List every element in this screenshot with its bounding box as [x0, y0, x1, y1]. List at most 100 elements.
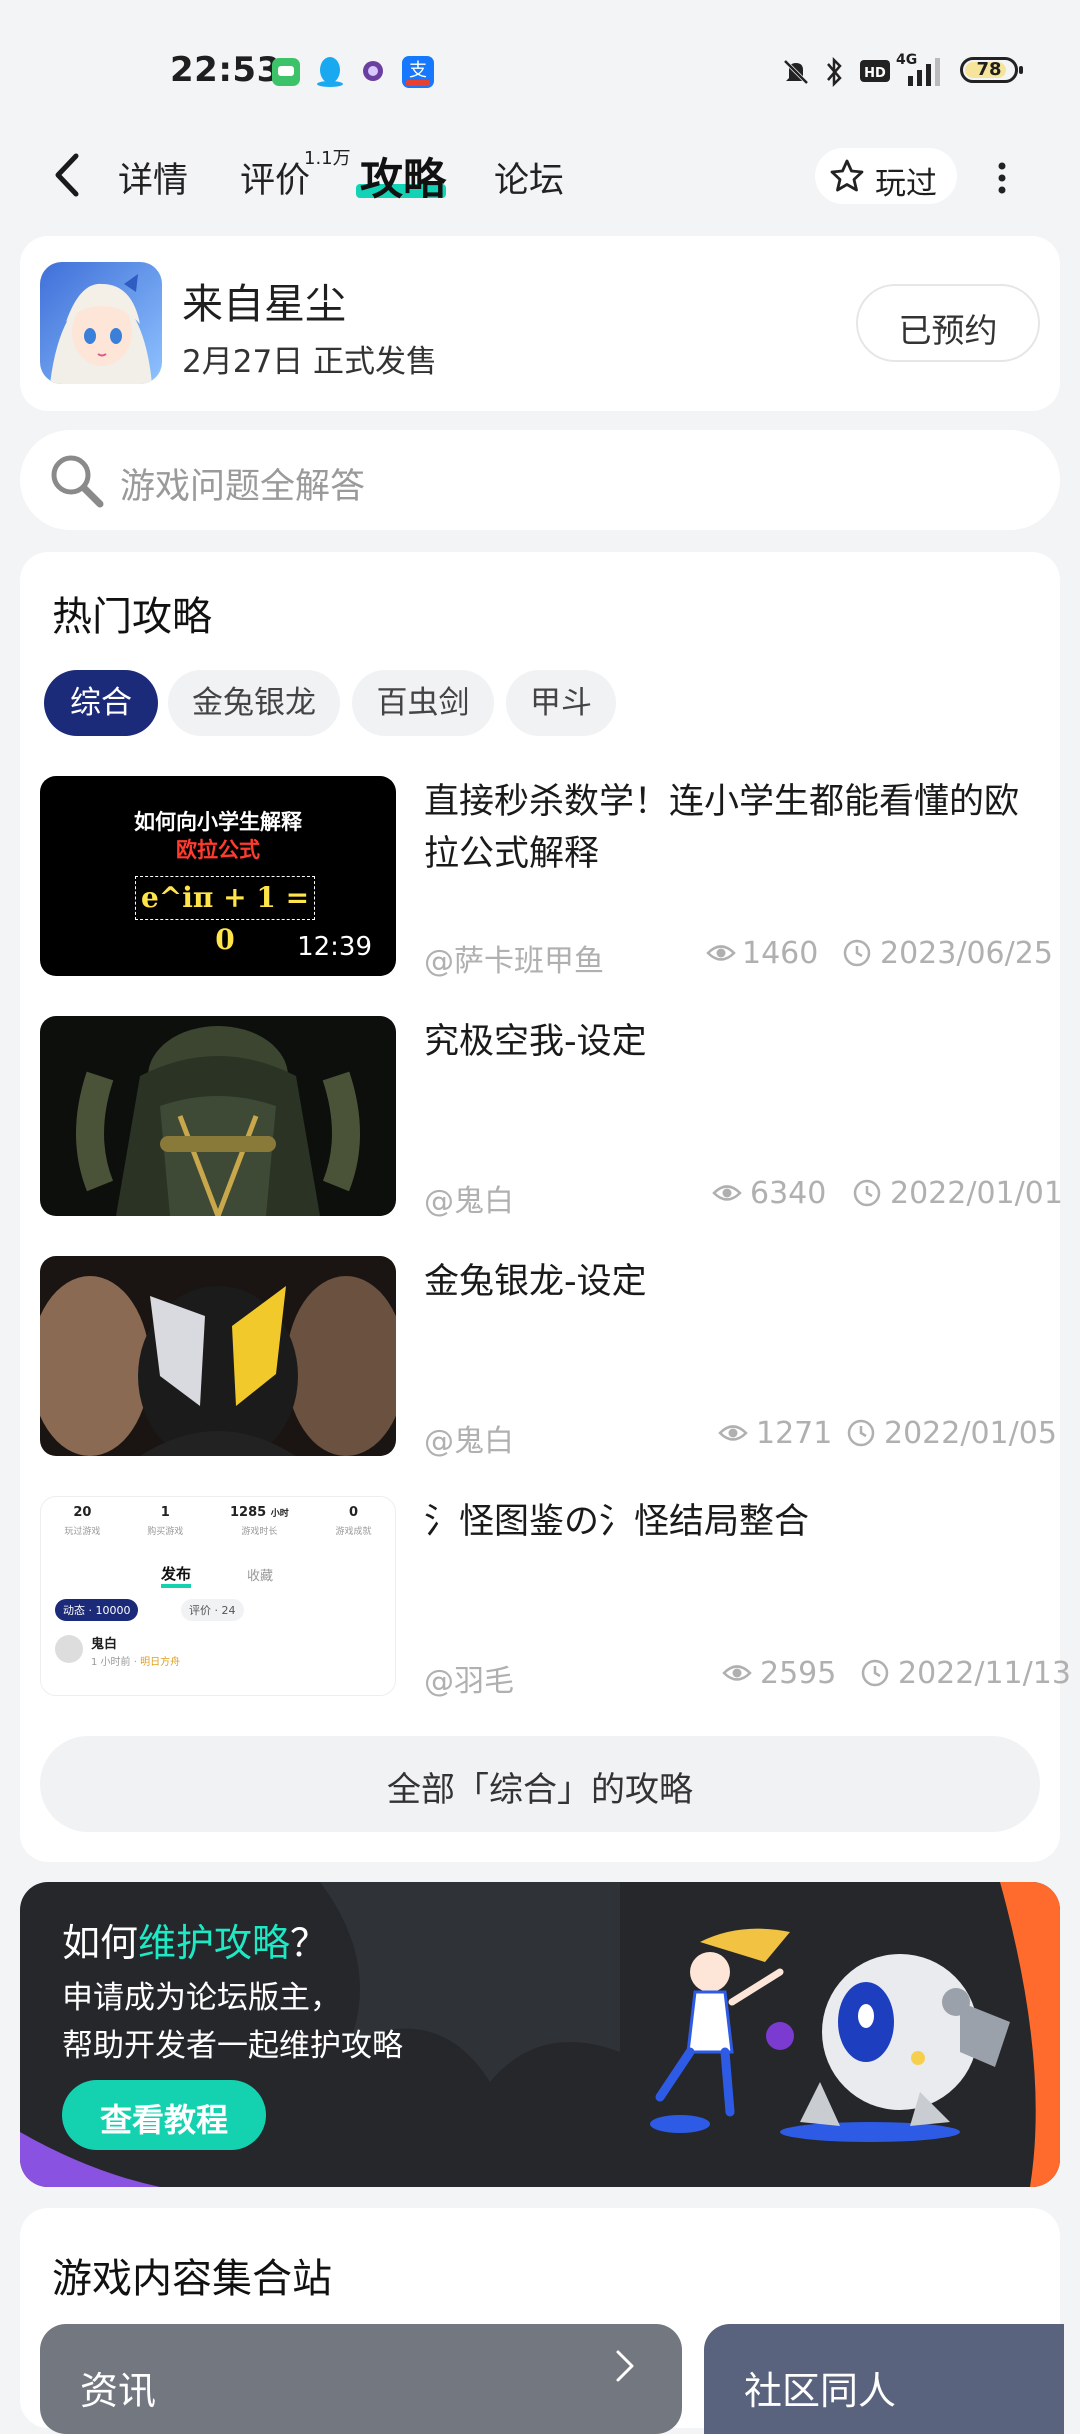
profile-stat-label: 游戏时长	[241, 1527, 278, 1537]
guide-date: 2022/11/13	[898, 1656, 1071, 1691]
guide-thumbnail-kuuga[interactable]	[40, 1016, 396, 1216]
profile-tab-favorites: 收藏	[247, 1569, 274, 1584]
tab-details[interactable]: 详情	[118, 152, 188, 203]
search-bar[interactable]: 游戏问题全解答	[20, 430, 1060, 530]
guide-date: 2023/06/25	[880, 936, 1053, 971]
video-duration: 12:39	[297, 932, 372, 962]
profile-stat-value: 20	[73, 1505, 92, 1520]
news-tile-label: 资讯	[80, 2369, 157, 2413]
profile-tab-post: 发布	[161, 1563, 192, 1588]
profile-badge-posts: 动态 · 10000	[55, 1599, 139, 1621]
battery-level: 78	[976, 59, 1002, 80]
guide-title[interactable]: 究极空我-设定	[424, 1016, 1044, 1068]
back-arrow-icon[interactable]	[48, 150, 88, 200]
tab-reviews[interactable]: 评价	[240, 152, 310, 203]
search-placeholder: 游戏问题全解答	[120, 467, 366, 507]
clock-icon	[847, 1419, 875, 1447]
eye-icon	[722, 1665, 752, 1681]
eye-icon	[712, 1185, 742, 1201]
profile-stat-value: 1285	[230, 1505, 267, 1520]
thumb-formula: e^iπ + 1 = 0	[135, 876, 315, 956]
banner-title-prefix: 如何	[62, 1921, 139, 1965]
filter-chip-hundred-bug-sword[interactable]: 百虫剑	[352, 670, 494, 736]
release-date: 2月27日 正式发售	[182, 344, 438, 380]
reserved-button[interactable]: 已预约	[856, 284, 1040, 362]
svg-text:支: 支	[409, 60, 427, 81]
qq-icon	[317, 57, 343, 87]
banner-title-suffix: ？	[290, 1921, 329, 1965]
profile-stat-unit: 小时	[270, 1509, 289, 1519]
guide-author[interactable]: @鬼白	[424, 1416, 514, 1460]
filter-chip-gold-rabbit[interactable]: 金兔银龙	[168, 670, 340, 736]
guide-thumbnail-euler[interactable]: 如何向小学生解释 欧拉公式 e^iπ + 1 = 0 12:39	[40, 776, 396, 976]
svg-text:HD: HD	[864, 66, 886, 81]
view-tutorial-button[interactable]: 查看教程	[62, 2080, 266, 2150]
search-icon	[51, 455, 104, 508]
eye-icon	[706, 945, 736, 961]
community-fanwork-tile[interactable]: 社区同人	[704, 2324, 1064, 2434]
banner-line-2: 帮助开发者一起维护攻略	[62, 2028, 403, 2064]
guide-thumbnail-gold-rabbit[interactable]	[40, 1256, 396, 1456]
more-options-icon[interactable]	[995, 160, 1009, 196]
bluetooth-icon	[827, 56, 842, 88]
filter-chip-beetle[interactable]: 甲斗	[506, 670, 616, 736]
tab-forum[interactable]: 论坛	[494, 152, 564, 203]
review-count-badge: 1.1万	[304, 148, 351, 169]
profile-badge-reviews: 评价 · 24	[181, 1599, 244, 1621]
view-tutorial-label: 查看教程	[99, 2101, 228, 2139]
profile-stat-label: 游戏成就	[335, 1527, 372, 1537]
guide-title[interactable]: 直接秒杀数学！连小学生都能看懂的欧拉公式解释	[424, 776, 1044, 880]
chevron-right-icon	[616, 2350, 634, 2382]
community-tile-label: 社区同人	[744, 2369, 897, 2413]
guide-author[interactable]: @鬼白	[424, 1176, 514, 1220]
content-collection-title: 游戏内容集合站	[52, 2256, 332, 2302]
tab-guides[interactable]: 攻略	[360, 145, 446, 207]
guide-date: 2022/01/05	[884, 1416, 1057, 1451]
status-bar: 22:53 支 HD 4G 78	[0, 0, 1080, 140]
banner-title: 如何维护攻略？	[62, 1912, 328, 1967]
clock-icon	[853, 1179, 881, 1207]
signal-icon	[908, 58, 940, 86]
guide-thumbnail-profile-screenshot[interactable]: 20 玩过游戏 1 购买游戏 1285 小时游戏时长 0 游戏成就 发布 收藏 动态 …	[40, 1496, 396, 1696]
played-button[interactable]: 玩过	[815, 148, 957, 204]
view-all-guides-button[interactable]: 全部「综合」的攻略	[40, 1736, 1040, 1832]
guide-author[interactable]: @萨卡班甲鱼	[424, 936, 604, 980]
chat-app-icon	[363, 61, 383, 81]
profile-stat-label: 购买游戏	[147, 1527, 184, 1537]
filter-chip-general[interactable]: 综合	[44, 670, 158, 736]
banner-title-accent: 维护攻略	[138, 1921, 291, 1965]
game-icon[interactable]	[40, 262, 162, 384]
mute-icon	[783, 59, 809, 85]
guide-date: 2022/01/01	[890, 1176, 1063, 1211]
guide-views: 6340	[750, 1176, 827, 1211]
message-app-icon	[272, 58, 300, 86]
guide-views: 1460	[742, 936, 819, 971]
guide-title[interactable]: 金兔银龙-设定	[424, 1256, 1044, 1308]
profile-stat-label: 玩过游戏	[64, 1527, 101, 1537]
guide-author[interactable]: @羽毛	[424, 1656, 514, 1700]
clock-icon	[843, 939, 871, 967]
profile-post-game: 明日方舟	[140, 1657, 181, 1668]
news-tile[interactable]: 资讯	[40, 2324, 682, 2434]
banner-line-1: 申请成为论坛版主，	[62, 1980, 341, 2016]
eye-icon	[718, 1425, 748, 1441]
game-title: 来自星尘	[182, 280, 346, 328]
battery-indicator: 78	[960, 57, 1023, 83]
profile-user-name: 鬼白	[91, 1637, 118, 1652]
profile-avatar	[55, 1635, 83, 1663]
thumb-caption-line2: 欧拉公式	[176, 838, 260, 862]
profile-stat-value: 1	[160, 1505, 170, 1520]
thumb-caption-line1: 如何向小学生解释	[134, 810, 302, 834]
clock-icon	[861, 1659, 889, 1687]
guide-views: 1271	[756, 1416, 833, 1451]
guide-title[interactable]: 氵怪图鉴の氵怪结局整合	[424, 1496, 1044, 1548]
reserved-label: 已预约	[898, 311, 998, 350]
alipay-icon: 支	[402, 56, 434, 88]
hd-icon: HD	[860, 60, 890, 82]
guide-views: 2595	[760, 1656, 837, 1691]
view-all-guides-label: 全部「综合」的攻略	[387, 1770, 693, 1810]
star-outline-icon	[830, 159, 864, 192]
profile-stat-value: 0	[349, 1505, 359, 1520]
status-time: 22:53	[170, 50, 281, 90]
hot-guides-title: 热门攻略	[52, 594, 212, 640]
